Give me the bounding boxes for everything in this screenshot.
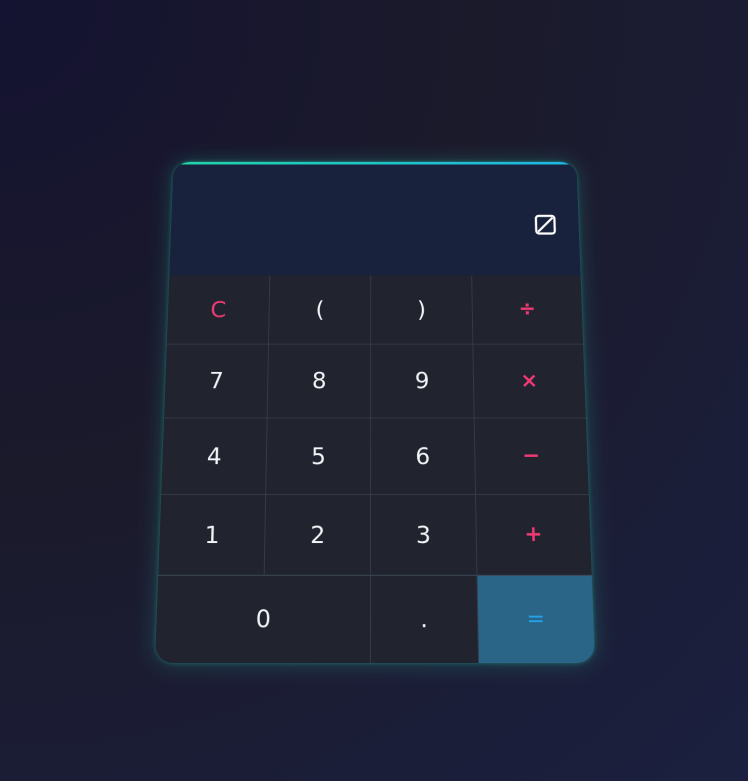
clear-button[interactable]: C [166,275,271,345]
digit-4-button[interactable]: 4 [161,418,268,496]
plus-button[interactable]: + [476,495,592,576]
digit-9-button[interactable]: 9 [371,344,475,419]
digit-3-button[interactable]: 3 [371,495,478,576]
divide-button[interactable]: ÷ [472,275,584,345]
close-paren-button[interactable]: ) [371,275,474,345]
calculator-display [169,161,581,276]
digit-7-button[interactable]: 7 [164,344,269,419]
digit-2-button[interactable]: 2 [264,495,372,576]
digit-1-button[interactable]: 1 [158,495,267,576]
digit-8-button[interactable]: 8 [267,344,372,419]
app-stage: C ( ) ÷ 7 8 9 × 4 5 6 − 1 2 3 + 0 . = [0,0,748,781]
calculator: C ( ) ÷ 7 8 9 × 4 5 6 − 1 2 3 + 0 . = [155,161,595,664]
digit-6-button[interactable]: 6 [371,418,477,496]
contrast-square-icon [534,214,557,235]
theme-toggle-button[interactable] [534,214,557,235]
digit-0-button[interactable]: 0 [155,575,372,663]
equals-button[interactable]: = [477,575,595,663]
decimal-point-button[interactable]: . [371,575,479,663]
digit-5-button[interactable]: 5 [266,418,372,496]
keypad: C ( ) ÷ 7 8 9 × 4 5 6 − 1 2 3 + 0 . = [155,275,595,663]
minus-button[interactable]: − [474,418,589,496]
accent-strip [173,161,577,165]
open-paren-button[interactable]: ( [268,275,372,345]
multiply-button[interactable]: × [473,344,586,419]
